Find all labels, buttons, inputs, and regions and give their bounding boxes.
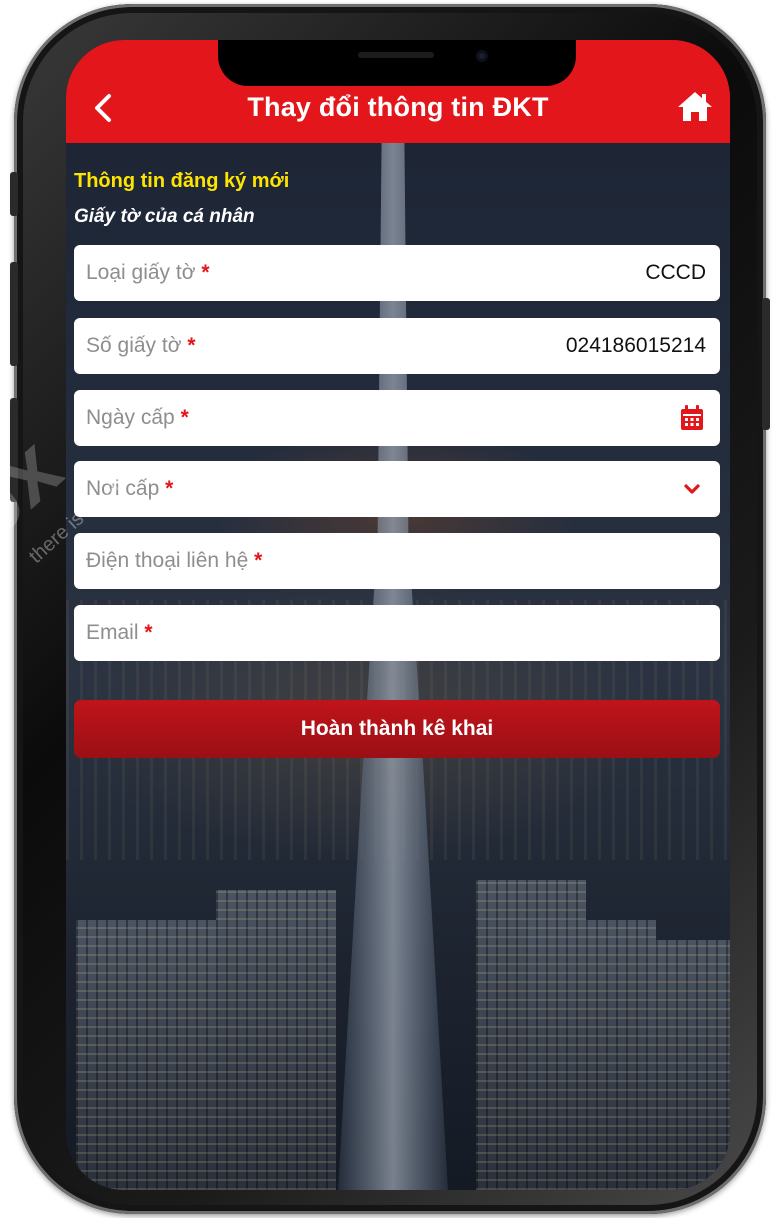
required-mark: *	[201, 261, 210, 284]
document-number-input[interactable]: Số giấy tờ * 024186015214	[74, 318, 720, 374]
field-value: 024186015214	[565, 334, 706, 357]
document-type-select[interactable]: Loại giấy tờ * CCCD	[74, 245, 720, 301]
phone-notch	[218, 40, 576, 86]
front-camera	[476, 50, 488, 62]
home-icon	[678, 92, 712, 121]
field-value: CCCD	[645, 261, 706, 284]
home-button[interactable]	[674, 86, 716, 128]
email-input[interactable]: Email *	[74, 605, 720, 661]
required-mark: *	[187, 334, 196, 357]
submit-button[interactable]: Hoàn thành kê khai	[74, 700, 720, 758]
page-title: Thay đổi thông tin ĐKT	[247, 92, 549, 122]
building	[646, 940, 730, 1190]
field-label: Ngày cấp *	[86, 406, 189, 429]
building	[76, 920, 226, 1190]
section-subtitle: Giấy tờ của cá nhân	[74, 206, 255, 227]
volume-down-button	[10, 398, 18, 502]
chevron-down-icon[interactable]	[676, 473, 708, 505]
field-label: Nơi cấp *	[86, 477, 174, 500]
phone-screen: Thay đổi thông tin ĐKT Thông tin đăng ký…	[66, 40, 730, 1190]
required-mark: *	[254, 549, 263, 572]
required-mark: *	[144, 621, 153, 644]
required-mark: *	[165, 477, 174, 500]
field-label: Loại giấy tờ *	[86, 261, 210, 284]
field-label: Số giấy tờ *	[86, 334, 196, 357]
required-mark: *	[180, 406, 189, 429]
speaker-grille	[358, 52, 434, 58]
issue-place-select[interactable]: Nơi cấp *	[74, 461, 720, 517]
calendar-icon[interactable]	[676, 402, 708, 434]
volume-up-button	[10, 262, 18, 366]
field-label: Điện thoại liên hệ *	[86, 549, 263, 572]
app-header: Thay đổi thông tin ĐKT	[66, 40, 730, 143]
section-title: Thông tin đăng ký mới	[74, 170, 290, 192]
phone-number-input[interactable]: Điện thoại liên hệ *	[74, 533, 720, 589]
issue-date-input[interactable]: Ngày cấp *	[74, 390, 720, 446]
building	[216, 890, 336, 1190]
power-button	[762, 298, 770, 430]
field-label: Email *	[86, 621, 153, 644]
building	[526, 920, 656, 1190]
mute-switch	[10, 172, 18, 216]
